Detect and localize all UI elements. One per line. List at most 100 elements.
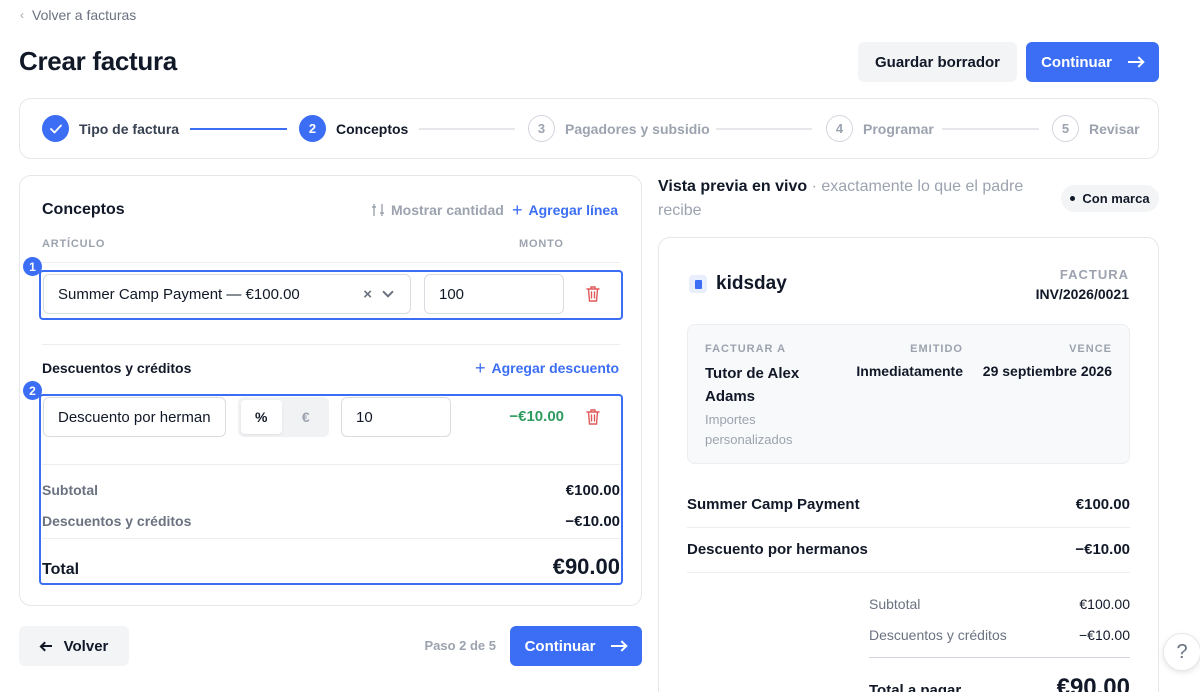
back-button[interactable]: Volver — [19, 626, 129, 666]
divider — [42, 464, 620, 465]
invoice-line-value: €100.00 — [1075, 496, 1130, 513]
close-icon[interactable]: × — [363, 286, 372, 303]
continue-button-bottom[interactable]: Continuar — [510, 626, 642, 666]
continue-button-top[interactable]: Continuar — [1026, 42, 1159, 82]
invoice-subtotal-label: Subtotal — [869, 596, 921, 612]
discounts-title: Descuentos y créditos — [42, 360, 192, 376]
step-connector — [942, 128, 1039, 130]
invoice-line-value: −€10.00 — [1075, 541, 1130, 558]
invoice-discounts-label: Descuentos y créditos — [869, 627, 1007, 643]
subtotal-row: Subtotal €100.00 — [42, 482, 620, 499]
divider — [687, 527, 1130, 528]
question-icon[interactable]: ? — [1163, 633, 1200, 671]
show-quantity-button[interactable]: Mostrar cantidad — [371, 202, 504, 218]
invoice-line: Descuento por hermanos −€10.00 — [687, 541, 1130, 558]
item-select[interactable]: Summer Camp Payment — €100.00 × — [43, 274, 411, 314]
preview-heading: Vista previa en vivo · exactamente lo qu… — [658, 175, 1048, 223]
arrow-right-icon — [611, 641, 627, 651]
arrow-right-icon — [1127, 57, 1144, 67]
percent-option[interactable]: % — [241, 400, 282, 434]
step-review[interactable]: 5 Revisar — [1052, 115, 1140, 142]
divider — [869, 657, 1130, 658]
back-to-invoices-link[interactable]: ‹ Volver a facturas — [20, 7, 136, 23]
invoice-label: FACTURA — [1059, 267, 1129, 282]
subtotal-value: €100.00 — [565, 482, 620, 499]
dot-icon — [1070, 196, 1076, 201]
discount-value-input[interactable]: 10 — [341, 397, 451, 437]
column-header-item: ARTÍCULO — [42, 238, 106, 250]
step-counter: Paso 2 de 5 — [424, 638, 496, 653]
show-quantity-label: Mostrar cantidad — [391, 202, 504, 218]
back-label: Volver — [63, 637, 109, 655]
continue-label: Continuar — [524, 637, 596, 655]
branding-toggle[interactable]: Con marca — [1061, 185, 1159, 212]
chevron-left-icon: ‹ — [20, 8, 24, 22]
invoice-number: INV/2026/0021 — [1035, 286, 1129, 302]
trash-icon[interactable] — [585, 408, 601, 426]
trash-icon[interactable] — [585, 285, 601, 303]
issued-value: Inmediatamente — [856, 363, 963, 379]
divider — [42, 538, 620, 539]
invoice-discounts-row: Descuentos y créditos −€10.00 — [869, 627, 1130, 643]
continue-label: Continuar — [1041, 53, 1112, 71]
preview-title: Vista previa en vivo — [658, 178, 808, 195]
sliders-icon — [372, 204, 384, 216]
items-title: Conceptos — [42, 201, 125, 218]
euro-option[interactable]: € — [286, 400, 327, 434]
subtotal-label: Subtotal — [42, 482, 98, 498]
total-row: Total €90.00 — [42, 554, 620, 580]
discount-type-toggle: % € — [238, 397, 329, 437]
branding-label: Con marca — [1082, 191, 1150, 206]
due-label: VENCE — [1069, 343, 1112, 355]
bill-to-name: Tutor de Alex Adams — [705, 365, 800, 405]
invoice-total-label: Total a pagar — [869, 682, 962, 692]
discount-computed-amount: −€10.00 — [509, 408, 564, 425]
bill-to-box: FACTURAR A Tutor de Alex Adams Importes … — [687, 324, 1130, 464]
step-label: Programar — [863, 120, 934, 137]
invoice-line: Summer Camp Payment €100.00 — [687, 496, 1130, 513]
add-line-button[interactable]: + Agregar línea — [512, 201, 618, 219]
step-items[interactable]: 2 Conceptos — [299, 115, 408, 142]
column-header-amount: MONTO — [519, 238, 564, 250]
discounts-value: −€10.00 — [565, 513, 620, 530]
items-card: Conceptos Mostrar cantidad + Agregar lín… — [19, 175, 642, 606]
step-connector — [419, 128, 515, 130]
step-connector — [716, 128, 812, 130]
step-number: 4 — [826, 115, 853, 142]
add-line-label: Agregar línea — [528, 202, 618, 218]
invoice-line-label: Descuento por hermanos — [687, 541, 868, 558]
discount-name-input[interactable]: Descuento por herman — [43, 397, 226, 437]
arrow-left-icon — [40, 641, 52, 651]
plus-icon: + — [475, 358, 486, 378]
issued-label: EMITIDO — [910, 343, 963, 355]
step-label: Pagadores y subsidio — [565, 120, 710, 137]
amount-value: 100 — [439, 285, 465, 303]
add-discount-button[interactable]: + Agregar descuento — [475, 359, 619, 377]
due-value: 29 septiembre 2026 — [982, 363, 1112, 379]
chevron-down-icon[interactable] — [382, 286, 394, 298]
divider — [42, 262, 620, 263]
step-label: Revisar — [1089, 120, 1140, 137]
step-payers[interactable]: 3 Pagadores y subsidio — [528, 115, 710, 142]
total-value: €90.00 — [552, 554, 620, 579]
discount-value: 10 — [356, 408, 373, 426]
discounts-row: Descuentos y créditos −€10.00 — [42, 513, 620, 530]
plus-icon: + — [512, 200, 523, 220]
invoice-total-row: Total a pagar €90.00 — [869, 674, 1130, 692]
save-draft-label: Guardar borrador — [874, 53, 1001, 71]
divider — [687, 572, 1130, 573]
invoice-subtotal-value: €100.00 — [1079, 596, 1130, 612]
page-title: Crear factura — [19, 46, 177, 76]
save-draft-button[interactable]: Guardar borrador — [858, 42, 1017, 82]
check-icon — [42, 115, 69, 142]
invoice-preview: kidsday FACTURA INV/2026/0021 FACTURAR A… — [658, 237, 1159, 692]
step-invoice-type[interactable]: Tipo de factura — [42, 115, 179, 142]
stepper: Tipo de factura 2 Conceptos 3 Pagadores … — [19, 98, 1159, 159]
invoice-brand: kidsday — [716, 273, 787, 294]
amount-input[interactable]: 100 — [424, 274, 564, 314]
step-connector — [190, 128, 287, 130]
step-number: 5 — [1052, 115, 1079, 142]
invoice-line-label: Summer Camp Payment — [687, 496, 860, 513]
document-icon — [689, 275, 707, 293]
step-schedule[interactable]: 4 Programar — [826, 115, 934, 142]
